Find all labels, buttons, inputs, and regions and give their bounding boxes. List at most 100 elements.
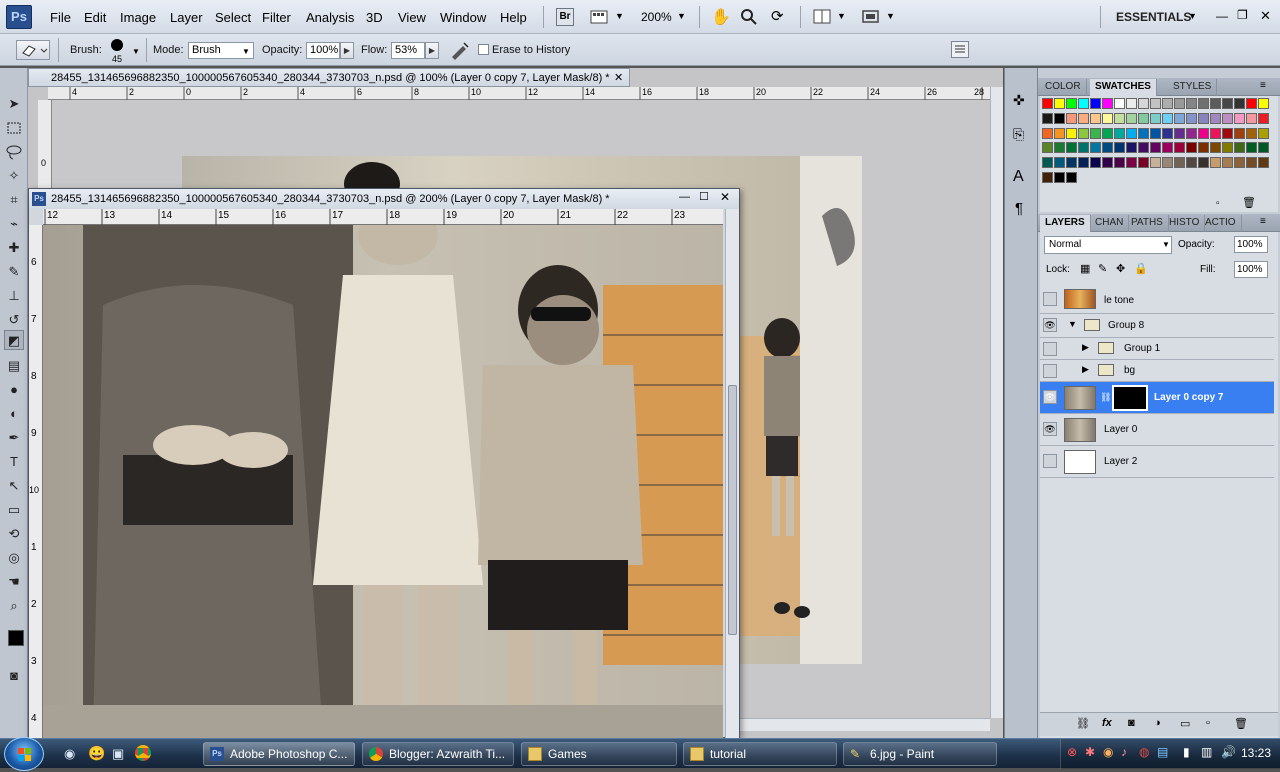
tray-app-icon[interactable]: ♪ [1121,745,1127,759]
color-swatch[interactable] [1042,157,1053,169]
color-swatch[interactable] [1222,112,1233,124]
lock-position-icon[interactable]: ✥ [1116,262,1125,275]
color-swatch[interactable] [1102,157,1113,169]
color-swatch[interactable] [1042,127,1053,139]
front-document-titlebar[interactable]: Ps 28455_131465696882350_100000567605340… [29,189,739,209]
color-swatch[interactable] [1258,127,1269,139]
panel-menu-icon[interactable]: ≡ [1260,216,1266,227]
color-swatch[interactable] [1078,142,1089,154]
color-swatch[interactable] [1042,98,1053,109]
zoom-tool-icon[interactable] [740,8,758,26]
opacity-field[interactable]: 100% [306,42,340,59]
color-swatch[interactable] [1054,112,1065,124]
color-swatch[interactable] [1162,98,1173,109]
layer-row-layer-0-copy-7[interactable]: 👁 ⛓ Layer 0 copy 7 [1040,382,1274,414]
gradient-tool-icon[interactable]: ▤ [4,356,24,376]
menu-edit[interactable]: Edit [84,10,106,25]
opacity-slider-button[interactable]: ▶ [340,42,354,59]
swatch-grid[interactable] [1042,98,1272,186]
color-swatch[interactable] [1150,112,1161,124]
color-swatch[interactable] [1234,127,1245,139]
tray-app-icon[interactable]: ▤ [1157,745,1168,759]
app-shortcut-icon[interactable]: ▣ [112,746,124,762]
menu-view[interactable]: View [398,10,426,25]
new-layer-icon[interactable]: ▫ [1206,717,1210,729]
color-swatch[interactable] [1162,112,1173,124]
color-swatch[interactable] [1126,157,1137,169]
brush-tool-icon[interactable]: ✎ [4,262,24,282]
color-swatch[interactable] [1246,142,1257,154]
visibility-toggle[interactable] [1043,342,1057,356]
color-swatch[interactable] [1246,127,1257,139]
color-swatch[interactable] [1246,98,1257,109]
color-swatch[interactable] [1090,127,1101,139]
rotate-view-icon[interactable]: ⟳ [771,7,784,25]
layer-fill-field[interactable]: 100% [1234,261,1268,278]
color-swatch[interactable] [1066,142,1077,154]
color-swatch[interactable] [1234,112,1245,124]
chevron-down-icon[interactable]: ▼ [1068,319,1077,329]
color-swatch[interactable] [1078,98,1089,109]
color-swatch[interactable] [1234,157,1245,169]
chrome-icon[interactable] [135,745,151,761]
tab-layers[interactable]: LAYERS [1040,215,1091,232]
tab-color[interactable]: COLOR [1040,79,1087,96]
layer-row-group-8[interactable]: 👁 ▼ Group 8 [1040,314,1274,338]
color-swatch[interactable] [1162,127,1173,139]
add-mask-icon[interactable]: ◙ [1128,717,1135,729]
chevron-down-icon[interactable]: ▼ [1162,240,1170,249]
color-swatch[interactable] [1138,142,1149,154]
bridge-button[interactable]: Br [556,8,574,26]
chevron-down-icon[interactable]: ▼ [886,11,895,21]
menu-layer[interactable]: Layer [170,10,203,25]
task-paint[interactable]: ✎ 6.jpg - Paint [843,742,997,766]
new-swatch-icon[interactable]: ▫ [1216,198,1220,209]
messenger-icon[interactable]: 😀 [88,745,105,762]
clone-stamp-icon[interactable]: ⊥ [4,286,24,306]
tab-channels[interactable]: CHAN [1090,215,1130,232]
eyedropper-icon[interactable]: ⌁ [4,214,24,234]
quick-mask-icon[interactable]: ◙ [4,666,24,686]
3d-rotate-icon[interactable]: ⟲ [4,524,24,544]
color-swatch[interactable] [1222,157,1233,169]
color-swatch[interactable] [1114,98,1125,109]
color-swatch[interactable] [1150,157,1161,169]
trash-icon[interactable]: 🗑 [1234,717,1248,730]
chevron-down-icon[interactable]: ▼ [837,11,846,21]
color-swatch[interactable] [1042,172,1053,184]
battery-icon[interactable]: ▮ [1183,745,1190,759]
back-document-tab[interactable]: 28455_131465696882350_100000567605340_28… [28,68,630,87]
color-swatch[interactable] [1258,112,1269,124]
color-swatch[interactable] [1102,127,1113,139]
close-tab-icon[interactable]: ✕ [614,71,623,84]
color-swatch[interactable] [1066,127,1077,139]
foreground-color-swatch[interactable] [8,630,24,646]
color-swatch[interactable] [1258,157,1269,169]
blend-mode-select[interactable]: Normal [1044,236,1172,254]
color-swatch[interactable] [1042,142,1053,154]
color-swatch[interactable] [1258,98,1269,109]
color-swatch[interactable] [1066,157,1077,169]
color-swatch[interactable] [1210,142,1221,154]
color-swatch[interactable] [1174,142,1185,154]
color-swatch[interactable] [1054,142,1065,154]
color-swatch[interactable] [1126,98,1137,109]
color-swatch[interactable] [1210,127,1221,139]
color-swatch[interactable] [1114,142,1125,154]
color-swatch[interactable] [1210,98,1221,109]
screen-mode-icon[interactable] [861,8,881,26]
flow-field[interactable]: 53% [391,42,425,59]
color-swatch[interactable] [1174,112,1185,124]
tray-app-icon[interactable]: ✱ [1085,745,1095,759]
visibility-toggle[interactable]: 👁 [1043,422,1057,436]
zoom-tool-icon[interactable]: ⌕ [4,596,24,616]
color-swatch[interactable] [1054,172,1065,184]
color-swatch[interactable] [1222,127,1233,139]
layer-row-layer-2[interactable]: Layer 2 [1040,446,1274,478]
color-swatch[interactable] [1066,172,1077,184]
panel-toggle-icon[interactable] [951,41,969,58]
menu-select[interactable]: Select [215,10,251,25]
vertical-scrollbar[interactable] [990,87,1003,718]
volume-icon[interactable]: 🔊 [1221,745,1236,759]
crop-tool-icon[interactable]: ⌗ [4,190,24,210]
